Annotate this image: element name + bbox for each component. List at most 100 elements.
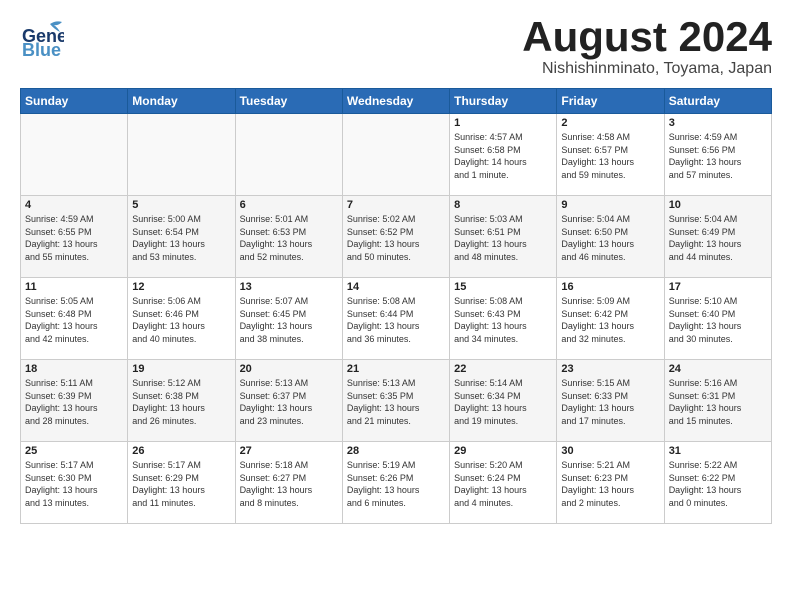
day-number-30: 30 bbox=[561, 445, 659, 457]
day-number-27: 27 bbox=[240, 445, 338, 457]
day-number-19: 19 bbox=[132, 363, 230, 375]
day-cell-21: 21 Sunrise: 5:13 AM Sunset: 6:35 PM Dayli… bbox=[342, 360, 449, 442]
day-number-17: 17 bbox=[669, 281, 767, 293]
day-info-27: Sunrise: 5:18 AM Sunset: 6:27 PM Dayligh… bbox=[240, 459, 338, 509]
week-row-2: 4 Sunrise: 4:59 AM Sunset: 6:55 PM Daylig… bbox=[21, 196, 772, 278]
day-info-24: Sunrise: 5:16 AM Sunset: 6:31 PM Dayligh… bbox=[669, 377, 767, 427]
day-cell-9: 9Sunrise: 5:04 AM Sunset: 6:50 PM Daylig… bbox=[557, 196, 664, 278]
day-cell-26: 26 Sunrise: 5:17 AM Sunset: 6:29 PM Dayli… bbox=[128, 442, 235, 524]
day-number-31: 31 bbox=[669, 445, 767, 457]
weekday-friday: Friday bbox=[557, 89, 664, 114]
day-cell-29: 29 Sunrise: 5:20 AM Sunset: 6:24 PM Dayli… bbox=[450, 442, 557, 524]
day-cell-4: 4 Sunrise: 4:59 AM Sunset: 6:55 PM Daylig… bbox=[21, 196, 128, 278]
day-cell-empty bbox=[21, 114, 128, 196]
day-cell-6: 6 Sunrise: 5:01 AM Sunset: 6:53 PM Daylig… bbox=[235, 196, 342, 278]
day-number-2: 2 bbox=[561, 117, 659, 129]
day-cell-17: 17 Sunrise: 5:10 AM Sunset: 6:40 PM Dayli… bbox=[664, 278, 771, 360]
day-number-23: 23 bbox=[561, 363, 659, 375]
day-info-5: Sunrise: 5:00 AM Sunset: 6:54 PM Dayligh… bbox=[132, 213, 230, 263]
day-number-24: 24 bbox=[669, 363, 767, 375]
day-number-15: 15 bbox=[454, 281, 552, 293]
weekday-saturday: Saturday bbox=[664, 89, 771, 114]
day-number-4: 4 bbox=[25, 199, 123, 211]
weekday-monday: Monday bbox=[128, 89, 235, 114]
day-cell-25: 25 Sunrise: 5:17 AM Sunset: 6:30 PM Dayli… bbox=[21, 442, 128, 524]
day-info-15: Sunrise: 5:08 AM Sunset: 6:43 PM Dayligh… bbox=[454, 295, 552, 345]
day-cell-1: 1 Sunrise: 4:57 AM Sunset: 6:58 PM Daylig… bbox=[450, 114, 557, 196]
day-number-29: 29 bbox=[454, 445, 552, 457]
day-info-17: Sunrise: 5:10 AM Sunset: 6:40 PM Dayligh… bbox=[669, 295, 767, 345]
day-number-20: 20 bbox=[240, 363, 338, 375]
svg-text:Blue: Blue bbox=[22, 40, 61, 60]
day-number-11: 11 bbox=[25, 281, 123, 293]
title-block: August 2024 Nishishinminato, Toyama, Jap… bbox=[522, 16, 772, 78]
weekday-thursday: Thursday bbox=[450, 89, 557, 114]
day-cell-16: 16 Sunrise: 5:09 AM Sunset: 6:42 PM Dayli… bbox=[557, 278, 664, 360]
day-info-2: Sunrise: 4:58 AM Sunset: 6:57 PM Dayligh… bbox=[561, 131, 659, 181]
day-info-7: Sunrise: 5:02 AM Sunset: 6:52 PM Dayligh… bbox=[347, 213, 445, 263]
day-cell-23: 23Sunrise: 5:15 AM Sunset: 6:33 PM Dayli… bbox=[557, 360, 664, 442]
day-info-30: Sunrise: 5:21 AM Sunset: 6:23 PM Dayligh… bbox=[561, 459, 659, 509]
page: General Blue General Blue August 2024 Ni… bbox=[0, 0, 792, 534]
day-cell-7: 7 Sunrise: 5:02 AM Sunset: 6:52 PM Daylig… bbox=[342, 196, 449, 278]
day-number-26: 26 bbox=[132, 445, 230, 457]
day-number-6: 6 bbox=[240, 199, 338, 211]
weekday-header-row: SundayMondayTuesdayWednesdayThursdayFrid… bbox=[21, 89, 772, 114]
day-cell-24: 24 Sunrise: 5:16 AM Sunset: 6:31 PM Dayli… bbox=[664, 360, 771, 442]
day-number-25: 25 bbox=[25, 445, 123, 457]
day-info-25: Sunrise: 5:17 AM Sunset: 6:30 PM Dayligh… bbox=[25, 459, 123, 509]
weekday-tuesday: Tuesday bbox=[235, 89, 342, 114]
day-number-10: 10 bbox=[669, 199, 767, 211]
day-number-16: 16 bbox=[561, 281, 659, 293]
day-cell-empty bbox=[128, 114, 235, 196]
day-info-16: Sunrise: 5:09 AM Sunset: 6:42 PM Dayligh… bbox=[561, 295, 659, 345]
day-cell-13: 13Sunrise: 5:07 AM Sunset: 6:45 PM Dayli… bbox=[235, 278, 342, 360]
day-info-31: Sunrise: 5:22 AM Sunset: 6:22 PM Dayligh… bbox=[669, 459, 767, 509]
day-cell-empty bbox=[342, 114, 449, 196]
day-number-5: 5 bbox=[132, 199, 230, 211]
day-info-11: Sunrise: 5:05 AM Sunset: 6:48 PM Dayligh… bbox=[25, 295, 123, 345]
day-number-1: 1 bbox=[454, 117, 552, 129]
day-number-18: 18 bbox=[25, 363, 123, 375]
day-number-3: 3 bbox=[669, 117, 767, 129]
day-info-13: Sunrise: 5:07 AM Sunset: 6:45 PM Dayligh… bbox=[240, 295, 338, 345]
day-info-26: Sunrise: 5:17 AM Sunset: 6:29 PM Dayligh… bbox=[132, 459, 230, 509]
day-info-22: Sunrise: 5:14 AM Sunset: 6:34 PM Dayligh… bbox=[454, 377, 552, 427]
day-cell-27: 27 Sunrise: 5:18 AM Sunset: 6:27 PM Dayli… bbox=[235, 442, 342, 524]
day-info-1: Sunrise: 4:57 AM Sunset: 6:58 PM Dayligh… bbox=[454, 131, 552, 181]
day-info-3: Sunrise: 4:59 AM Sunset: 6:56 PM Dayligh… bbox=[669, 131, 767, 181]
logo: General Blue General Blue bbox=[20, 16, 64, 60]
weekday-sunday: Sunday bbox=[21, 89, 128, 114]
day-number-22: 22 bbox=[454, 363, 552, 375]
week-row-4: 18Sunrise: 5:11 AM Sunset: 6:39 PM Dayli… bbox=[21, 360, 772, 442]
day-info-12: Sunrise: 5:06 AM Sunset: 6:46 PM Dayligh… bbox=[132, 295, 230, 345]
day-cell-22: 22 Sunrise: 5:14 AM Sunset: 6:34 PM Dayli… bbox=[450, 360, 557, 442]
week-row-5: 25 Sunrise: 5:17 AM Sunset: 6:30 PM Dayli… bbox=[21, 442, 772, 524]
day-info-10: Sunrise: 5:04 AM Sunset: 6:49 PM Dayligh… bbox=[669, 213, 767, 263]
day-number-21: 21 bbox=[347, 363, 445, 375]
day-number-28: 28 bbox=[347, 445, 445, 457]
day-info-6: Sunrise: 5:01 AM Sunset: 6:53 PM Dayligh… bbox=[240, 213, 338, 263]
header: General Blue General Blue August 2024 Ni… bbox=[20, 16, 772, 78]
day-cell-2: 2 Sunrise: 4:58 AM Sunset: 6:57 PM Daylig… bbox=[557, 114, 664, 196]
day-cell-15: 15 Sunrise: 5:08 AM Sunset: 6:43 PM Dayli… bbox=[450, 278, 557, 360]
day-number-7: 7 bbox=[347, 199, 445, 211]
location: Nishishinminato, Toyama, Japan bbox=[522, 60, 772, 78]
day-info-14: Sunrise: 5:08 AM Sunset: 6:44 PM Dayligh… bbox=[347, 295, 445, 345]
day-cell-31: 31 Sunrise: 5:22 AM Sunset: 6:22 PM Dayli… bbox=[664, 442, 771, 524]
day-number-12: 12 bbox=[132, 281, 230, 293]
week-row-3: 11 Sunrise: 5:05 AM Sunset: 6:48 PM Dayli… bbox=[21, 278, 772, 360]
day-cell-19: 19 Sunrise: 5:12 AM Sunset: 6:38 PM Dayli… bbox=[128, 360, 235, 442]
day-info-4: Sunrise: 4:59 AM Sunset: 6:55 PM Dayligh… bbox=[25, 213, 123, 263]
day-info-20: Sunrise: 5:13 AM Sunset: 6:37 PM Dayligh… bbox=[240, 377, 338, 427]
day-cell-3: 3 Sunrise: 4:59 AM Sunset: 6:56 PM Daylig… bbox=[664, 114, 771, 196]
day-info-28: Sunrise: 5:19 AM Sunset: 6:26 PM Dayligh… bbox=[347, 459, 445, 509]
logo-icon: General Blue bbox=[20, 16, 64, 60]
day-info-19: Sunrise: 5:12 AM Sunset: 6:38 PM Dayligh… bbox=[132, 377, 230, 427]
day-cell-28: 28 Sunrise: 5:19 AM Sunset: 6:26 PM Dayli… bbox=[342, 442, 449, 524]
day-info-29: Sunrise: 5:20 AM Sunset: 6:24 PM Dayligh… bbox=[454, 459, 552, 509]
month-title: August 2024 bbox=[522, 16, 772, 58]
day-number-8: 8 bbox=[454, 199, 552, 211]
calendar-table: SundayMondayTuesdayWednesdayThursdayFrid… bbox=[20, 88, 772, 524]
day-info-21: Sunrise: 5:13 AM Sunset: 6:35 PM Dayligh… bbox=[347, 377, 445, 427]
